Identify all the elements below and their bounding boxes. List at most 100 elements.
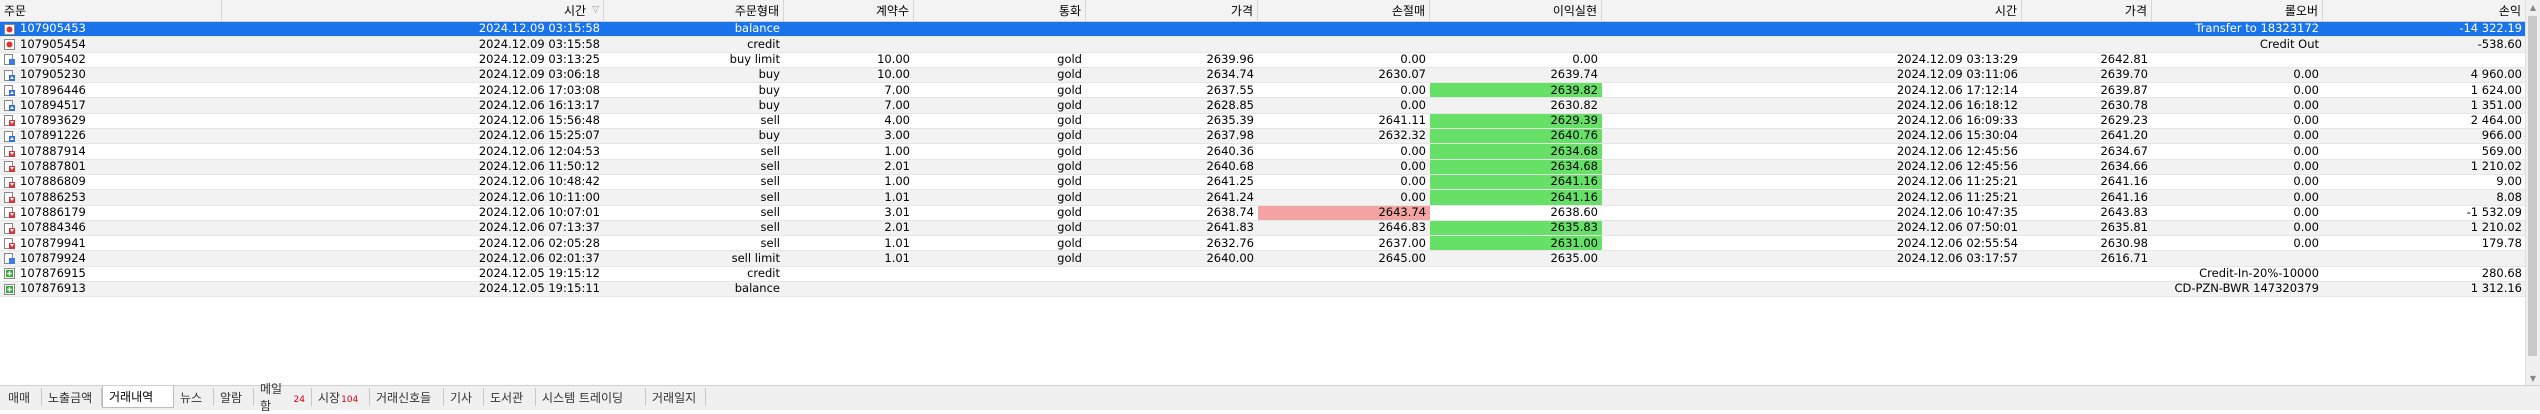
column-header-label: 주문 xyxy=(4,3,27,18)
cell-text: 7.00 xyxy=(884,98,910,112)
column-header-time[interactable]: 시간 ▽ xyxy=(222,0,604,21)
cell-type: sell xyxy=(604,190,784,204)
tab-11[interactable]: 거래일지 xyxy=(646,388,706,406)
cell-order: 107893629 xyxy=(0,114,222,128)
cell-text: 2645.00 xyxy=(1378,251,1426,265)
column-header-swap[interactable]: 롤오버 xyxy=(2152,0,2323,21)
table-row[interactable]: 107893629 2024.12.06 15:56:48 sell 4.00 gold… xyxy=(0,113,2526,130)
tab-8[interactable]: 기사 xyxy=(444,388,484,406)
cell-swap: Credit-In-20%-10000 xyxy=(2152,267,2323,281)
cell-text: 0.00 xyxy=(2293,159,2319,174)
cell-time: 2024.12.06 07:13:37 xyxy=(222,221,604,235)
table-row[interactable]: 107905454 2024.12.09 03:15:58 credit Credit… xyxy=(0,37,2526,53)
table-row[interactable]: 107886179 2024.12.06 10:07:01 sell 3.01 gold… xyxy=(0,205,2526,221)
cell-text: 2634.66 xyxy=(2100,159,2148,174)
table-row[interactable]: 107879941 2024.12.06 02:05:28 sell 1.01 gold… xyxy=(0,236,2526,252)
cell-type: buy xyxy=(604,98,784,112)
tab-7[interactable]: 거래신호들 xyxy=(370,388,444,406)
cell-time: 2024.12.06 15:56:48 xyxy=(222,114,604,128)
cell-text: 2024.12.06 11:50:12 xyxy=(478,159,600,174)
column-header-volume[interactable]: 계약수 xyxy=(784,0,914,21)
cell-sl: 0.00 xyxy=(1258,83,1430,97)
cell-text: 2.01 xyxy=(884,159,910,174)
cell-text: 3.01 xyxy=(884,205,910,219)
table-row[interactable]: 107891226 2024.12.06 15:25:07 buy 3.00 gold 2… xyxy=(0,129,2526,145)
vertical-scrollbar[interactable]: ▲ ▼ xyxy=(2525,0,2540,385)
column-header-cprice[interactable]: 가격 xyxy=(2022,0,2152,21)
column-header-type[interactable]: 주문형태 xyxy=(604,0,784,21)
tab-0[interactable]: 매매 xyxy=(2,388,42,406)
column-header-ctime[interactable]: 시간 xyxy=(1602,0,2022,21)
cell-symbol: gold xyxy=(914,206,1086,220)
tab-2[interactable]: 거래내역 xyxy=(102,386,174,408)
tab-label: 거래신호들 xyxy=(376,390,432,405)
cell-text: 2630.07 xyxy=(1378,67,1426,82)
table-row[interactable]: 107887914 2024.12.06 12:04:53 sell 1.00 gold… xyxy=(0,144,2526,160)
table-row[interactable]: 107884346 2024.12.06 07:13:37 sell 2.01 gold… xyxy=(0,220,2526,237)
cell-text: 2024.12.09 03:13:25 xyxy=(478,52,600,66)
scroll-up-arrow-icon[interactable]: ▲ xyxy=(2526,0,2540,14)
cell-price: 2640.00 xyxy=(1086,251,1258,265)
table-row[interactable]: 107905230 2024.12.09 03:06:18 buy 10.00 gold… xyxy=(0,67,2526,84)
cell-sl: 0.00 xyxy=(1258,53,1430,67)
cell-time: 2024.12.06 10:48:42 xyxy=(222,175,604,189)
cell-time: 2024.12.06 16:13:17 xyxy=(222,98,604,112)
table-row[interactable]: 107894517 2024.12.06 16:13:17 buy 7.00 gold 2… xyxy=(0,98,2526,114)
column-header-price[interactable]: 가격 xyxy=(1086,0,1258,21)
table-row[interactable]: 107905453 2024.12.09 03:15:58 balance Trans… xyxy=(0,22,2526,38)
cell-order: 107876913 xyxy=(0,282,222,296)
table-row[interactable]: 107886253 2024.12.06 10:11:00 sell 1.01 gold… xyxy=(0,190,2526,206)
cell-text: 2635.83 xyxy=(1550,220,1598,235)
cell-text: 2641.25 xyxy=(1206,174,1254,189)
scroll-down-arrow-icon[interactable]: ▼ xyxy=(2526,371,2540,385)
tab-6[interactable]: 시장 104 xyxy=(312,388,370,406)
sort-descending-icon[interactable]: ▽ xyxy=(592,6,599,15)
tab-9[interactable]: 도서관 xyxy=(484,388,536,406)
cell-tp xyxy=(1430,267,1602,281)
cell-price: 2641.25 xyxy=(1086,175,1258,189)
tab-5[interactable]: 메일함 24 xyxy=(254,382,312,413)
table-row[interactable]: 107876913 2024.12.05 19:15:11 balance CD-PZ… xyxy=(0,282,2526,298)
toolbox-window: 주문 시간 ▽ 주문형태 계약수 통화 가격 손절매 이익실현 시간 가격 롤오버 손익 1079054… xyxy=(0,0,2540,413)
cell-text: 2629.39 xyxy=(1550,113,1598,128)
cell-text: 2630.98 xyxy=(2100,236,2148,250)
cell-text: 0.00 xyxy=(2293,83,2319,97)
cell-text: 2642.81 xyxy=(2100,52,2148,66)
tab-10[interactable]: 시스템 트레이딩 xyxy=(536,388,646,406)
column-header-label: 시간 xyxy=(1994,3,2017,18)
cell-text: 2632.32 xyxy=(1378,129,1426,143)
scrollbar-thumb[interactable] xyxy=(2528,16,2537,356)
column-header-symbol[interactable]: 통화 xyxy=(914,0,1086,21)
column-header-order[interactable]: 주문 xyxy=(0,0,222,21)
tab-1[interactable]: 노출금액 xyxy=(42,388,102,406)
column-header-tp[interactable]: 이익실현 xyxy=(1430,0,1602,21)
cell-tp: 2641.16 xyxy=(1430,190,1602,205)
tab-label: 뉴스 xyxy=(180,390,203,405)
cell-cprice: 2641.16 xyxy=(2022,190,2152,204)
cell-text: 0.00 xyxy=(1400,52,1426,66)
tab-4[interactable]: 알람 xyxy=(214,388,254,406)
cell-tp xyxy=(1430,37,1602,51)
cell-tp: 2635.83 xyxy=(1430,220,1602,236)
table-row[interactable]: 107905402 2024.12.09 03:13:25 buy limit 10.… xyxy=(0,53,2526,68)
cell-price xyxy=(1086,267,1258,281)
cell-text: 280.68 xyxy=(2481,266,2522,281)
cell-text: 2637.98 xyxy=(1206,129,1254,143)
balance-icon xyxy=(4,38,15,50)
cell-ctime: 2024.12.06 07:50:01 xyxy=(1602,221,2022,235)
cell-text: gold xyxy=(1057,67,1082,82)
cell-text: 2024.12.06 02:55:54 xyxy=(1896,236,2018,250)
table-row[interactable]: 107887801 2024.12.06 11:50:12 sell 2.01 gold… xyxy=(0,159,2526,175)
column-header-profit[interactable]: 손익 xyxy=(2323,0,2526,21)
table-row[interactable]: 107886809 2024.12.06 10:48:42 sell 1.00 gold… xyxy=(0,174,2526,191)
cell-sl: 0.00 xyxy=(1258,144,1430,158)
table-row[interactable]: 107876915 2024.12.05 19:15:12 credit Credit… xyxy=(0,266,2526,283)
cell-text: 2024.12.06 12:45:56 xyxy=(1896,159,2018,174)
sell-order-icon xyxy=(4,146,15,158)
table-row[interactable]: 107896446 2024.12.06 17:03:08 buy 7.00 gold 2… xyxy=(0,83,2526,99)
tab-3[interactable]: 뉴스 xyxy=(174,388,214,406)
table-row[interactable]: 107879924 2024.12.06 02:01:37 sell limit 1.… xyxy=(0,251,2526,267)
cell-text: 1.00 xyxy=(884,174,910,189)
cell-text: CD-PZN-BWR 147320379 xyxy=(2174,282,2319,296)
column-header-sl[interactable]: 손절매 xyxy=(1258,0,1430,21)
